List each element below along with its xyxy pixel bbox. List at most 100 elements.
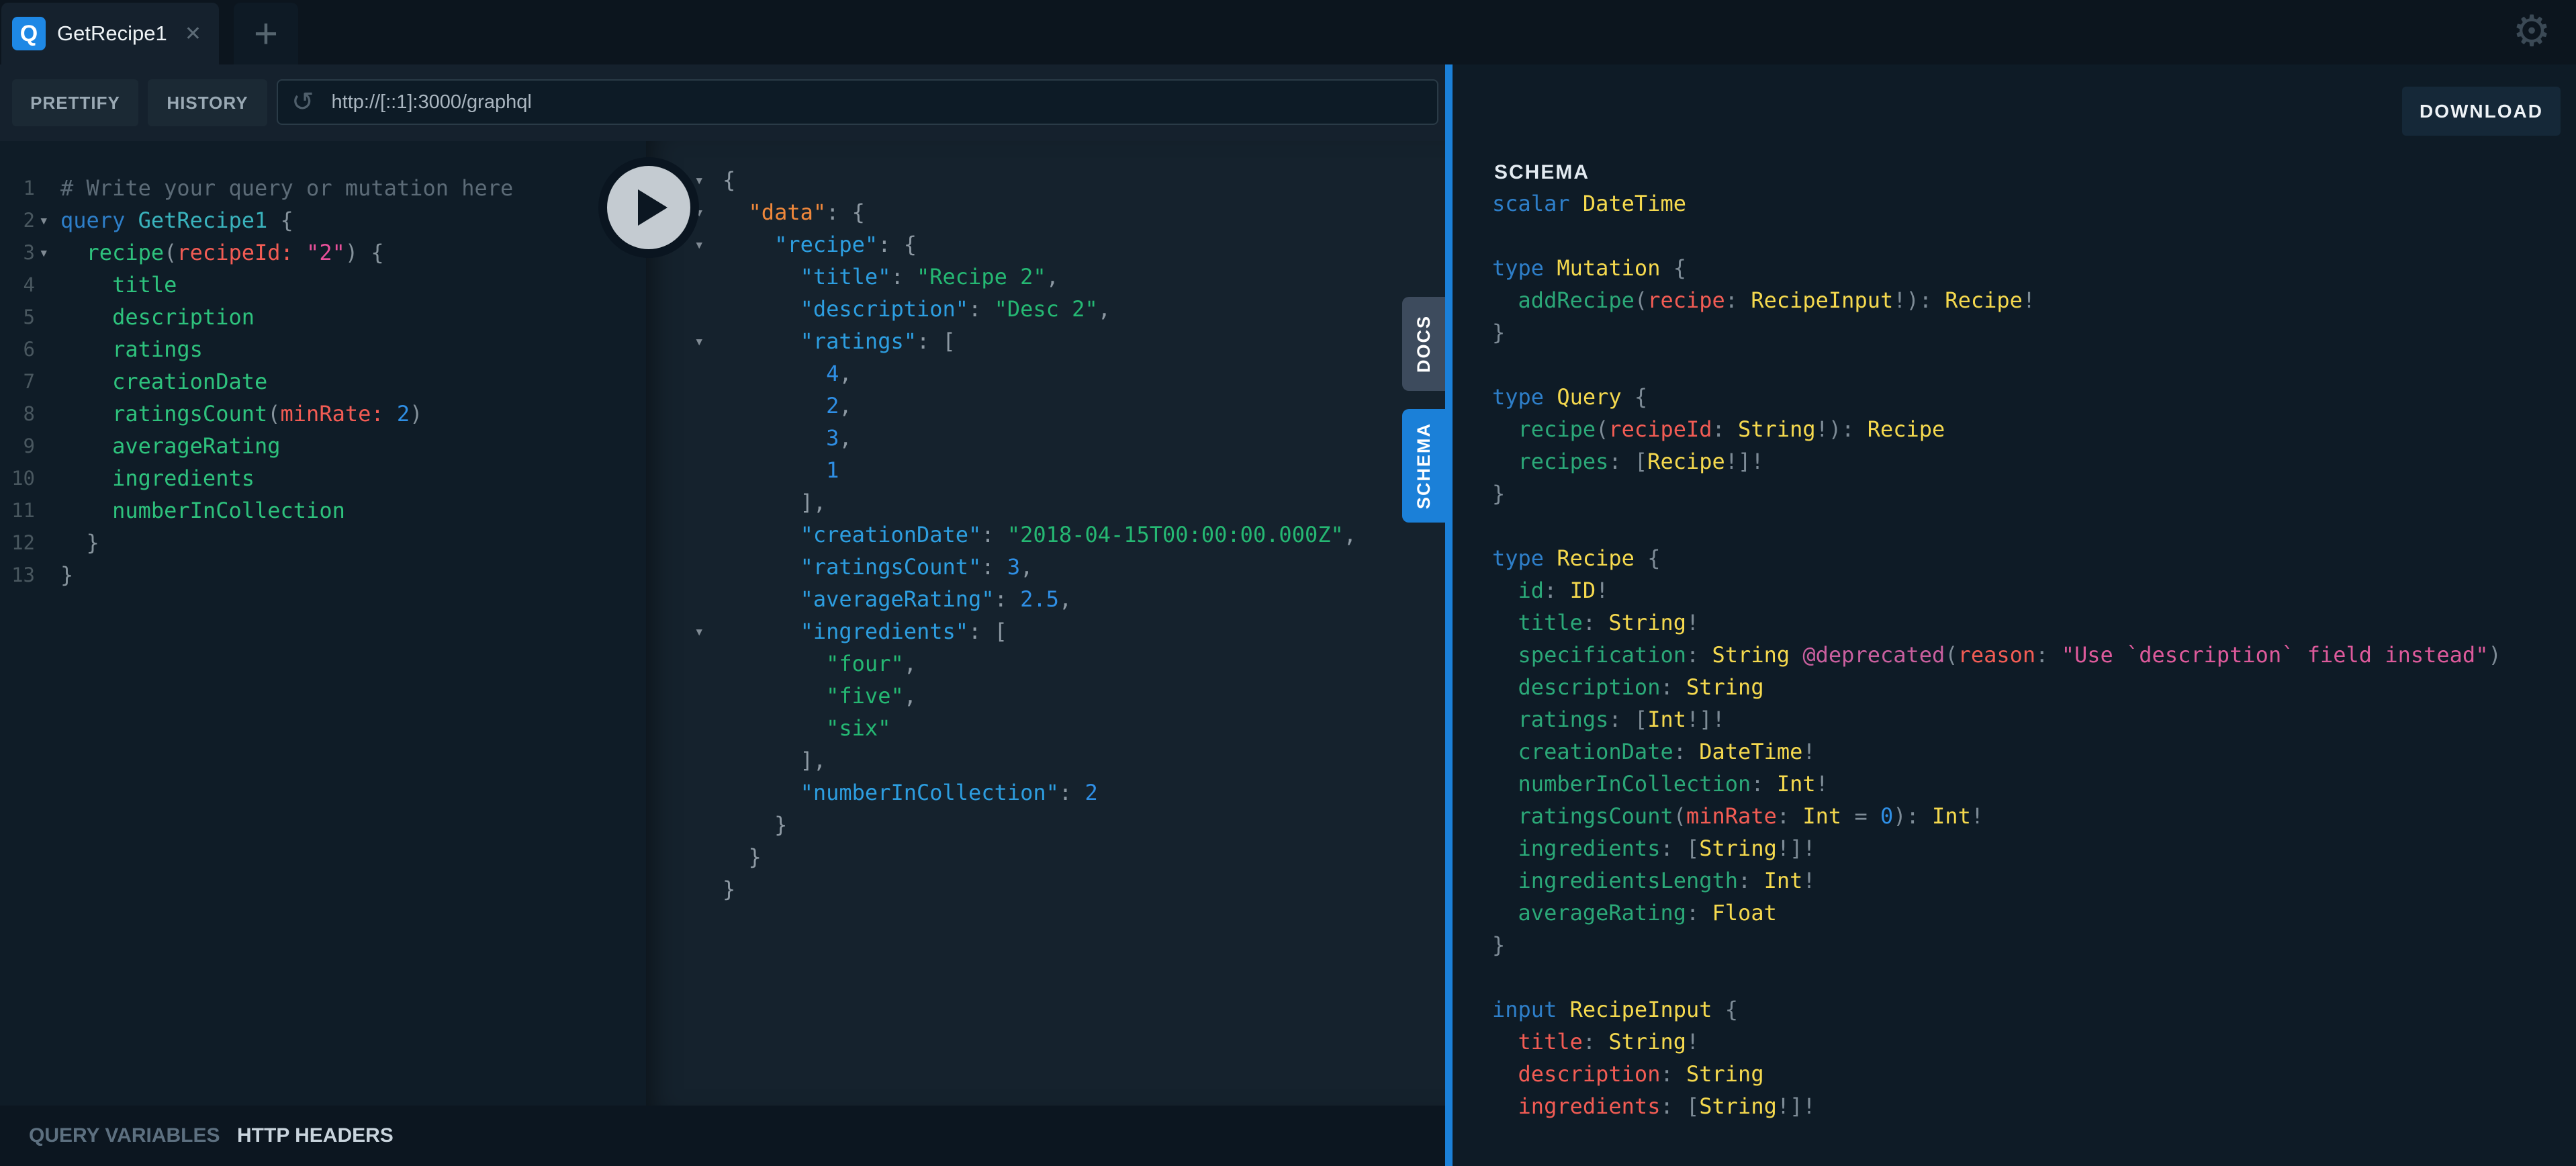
bottom-bar: QUERY VARIABLES HTTP HEADERS (0, 1106, 1445, 1166)
code-line: "title": "Recipe 2", (723, 261, 1356, 293)
execute-query-button[interactable] (598, 157, 699, 258)
line-number: 6 (0, 333, 35, 365)
endpoint-url-input[interactable]: ↺ http://[::1]:3000/graphql (277, 79, 1438, 125)
schema-sdl: scalar DateTime type Mutation { addRecipe… (1492, 187, 2501, 1122)
code-line: ▾ recipe(recipeId: "2") { (60, 236, 513, 269)
tab-bar: Q GetRecipe1 ✕ + ⚙ (0, 0, 2576, 64)
schema-panel-title: SCHEMA (1494, 161, 1590, 184)
query-code[interactable]: # Write your query or mutation here▾quer… (60, 172, 513, 591)
code-line: averageRating (60, 430, 513, 462)
tab-title: GetRecipe1 (57, 21, 185, 46)
response-json: ▾{▾ "data": {▾ "recipe": { "title": "Rec… (723, 164, 1356, 905)
code-line: title (60, 269, 513, 301)
line-number: 9 (0, 430, 35, 462)
query-variables-tab[interactable]: QUERY VARIABLES (29, 1106, 220, 1166)
code-line: type Query { (1492, 381, 2501, 413)
download-button[interactable]: DOWNLOAD (2402, 87, 2561, 136)
close-tab-icon[interactable]: ✕ (185, 22, 201, 46)
code-line: "six" (723, 712, 1356, 744)
code-line: id: ID! (1492, 574, 2501, 607)
code-line: } (1492, 929, 2501, 961)
code-line: } (723, 873, 1356, 905)
code-line: ▾ "recipe": { (723, 228, 1356, 261)
code-line: "four", (723, 647, 1356, 680)
code-line: averageRating: Float (1492, 897, 2501, 929)
code-line: ratingsCount(minRate: Int = 0): Int! (1492, 800, 2501, 832)
code-line: title: String! (1492, 1026, 2501, 1058)
code-line: specification: String @deprecated(reason… (1492, 639, 2501, 671)
code-line: ▾{ (723, 164, 1356, 196)
code-line: ▾ "ingredients": [ (723, 615, 1356, 647)
endpoint-url: http://[::1]:3000/graphql (332, 91, 532, 114)
schema-side-tab[interactable]: SCHEMA (1402, 409, 1445, 523)
docs-side-tab[interactable]: DOCS (1402, 297, 1445, 391)
fold-arrow-icon[interactable]: ▾ (39, 204, 48, 236)
code-line: ingredientsLength: Int! (1492, 864, 2501, 897)
fold-arrow-icon[interactable]: ▾ (694, 325, 704, 357)
history-button[interactable]: HISTORY (148, 79, 267, 126)
code-line: ], (723, 744, 1356, 776)
schema-panel[interactable]: SCHEMA DOWNLOAD scalar DateTime type Muta… (1453, 64, 2576, 1166)
line-number: 1 (0, 172, 35, 204)
new-tab-button[interactable]: + (234, 3, 298, 64)
line-number: 7 (0, 365, 35, 398)
code-line: type Recipe { (1492, 542, 2501, 574)
code-line: # Write your query or mutation here (60, 172, 513, 204)
code-line: "five", (723, 680, 1356, 712)
code-line: "averageRating": 2.5, (723, 583, 1356, 615)
http-headers-tab[interactable]: HTTP HEADERS (237, 1106, 394, 1166)
line-number: 8 (0, 398, 35, 430)
fold-arrow-icon[interactable]: ▾ (39, 236, 48, 269)
code-line: description: String (1492, 671, 2501, 703)
code-line: addRecipe(recipe: RecipeInput!): Recipe! (1492, 284, 2501, 316)
code-line (1492, 349, 2501, 381)
code-line: 4, (723, 357, 1356, 390)
code-line: "description": "Desc 2", (723, 293, 1356, 325)
code-line: input RecipeInput { (1492, 993, 2501, 1026)
code-line: scalar DateTime (1492, 187, 2501, 220)
code-line: } (60, 559, 513, 591)
code-line: "creationDate": "2018-04-15T00:00:00.000… (723, 519, 1356, 551)
code-line: numberInCollection (60, 494, 513, 527)
code-line (1492, 961, 2501, 993)
settings-gear-icon[interactable]: ⚙ (2505, 1, 2559, 62)
code-line: ingredients: [String!]! (1492, 1090, 2501, 1122)
code-line: } (1492, 478, 2501, 510)
code-line: description: String (1492, 1058, 2501, 1090)
code-line: ▾ "data": { (723, 196, 1356, 228)
code-line: ratings: [Int!]! (1492, 703, 2501, 735)
fold-arrow-icon[interactable]: ▾ (694, 228, 704, 261)
code-line: 2, (723, 390, 1356, 422)
code-line: ingredients: [String!]! (1492, 832, 2501, 864)
code-line: type Mutation { (1492, 252, 2501, 284)
code-line: ], (723, 486, 1356, 519)
code-line: "numberInCollection": 2 (723, 776, 1356, 809)
line-number: 2 (0, 204, 35, 236)
code-line: } (1492, 316, 2501, 349)
fold-arrow-icon[interactable]: ▾ (694, 615, 704, 647)
tab-getrecipe1[interactable]: Q GetRecipe1 ✕ (1, 3, 219, 64)
code-line: "ratingsCount": 3, (723, 551, 1356, 583)
panel-divider[interactable] (1445, 64, 1453, 1166)
prettify-button[interactable]: PRETTIFY (12, 79, 138, 126)
query-editor[interactable]: 12345678910111213 # Write your query or … (0, 141, 646, 1106)
code-line: ingredients (60, 462, 513, 494)
code-line: ▾query GetRecipe1 { (60, 204, 513, 236)
response-panel: ▾{▾ "data": {▾ "recipe": { "title": "Rec… (646, 141, 1445, 1106)
line-number: 10 (0, 462, 35, 494)
reload-icon[interactable]: ↺ (291, 87, 314, 118)
toolbar: PRETTIFY HISTORY ↺ http://[::1]:3000/gra… (0, 64, 1445, 141)
line-number: 11 (0, 494, 35, 527)
play-icon (638, 189, 668, 226)
code-line: recipes: [Recipe!]! (1492, 445, 2501, 478)
graphql-playground: Q GetRecipe1 ✕ + ⚙ PRETTIFY HISTORY ↺ ht… (0, 0, 2576, 1166)
line-number: 13 (0, 559, 35, 591)
line-number: 3 (0, 236, 35, 269)
code-line: } (723, 809, 1356, 841)
code-line: } (723, 841, 1356, 873)
code-line: numberInCollection: Int! (1492, 768, 2501, 800)
code-line: 3, (723, 422, 1356, 454)
docs-side-tab-label: DOCS (1414, 315, 1434, 373)
code-line: } (60, 527, 513, 559)
code-line: ratingsCount(minRate: 2) (60, 398, 513, 430)
